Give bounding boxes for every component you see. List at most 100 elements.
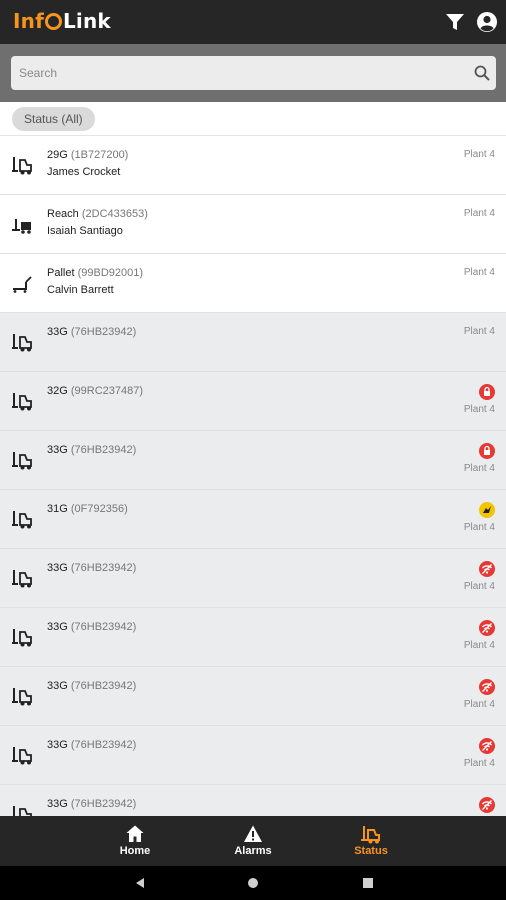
forklift-status-icon	[361, 826, 380, 844]
back-icon[interactable]	[134, 877, 146, 889]
vehicle-model: 33G	[47, 739, 68, 751]
vehicle-row[interactable]: 33G (76HB23942) Plant 4	[0, 313, 506, 372]
vehicle-model: 33G	[47, 326, 68, 338]
vehicle-serial: (76HB23942)	[70, 444, 137, 456]
plant-label: Plant 4	[463, 404, 495, 415]
vehicle-serial: (76HB23942)	[70, 798, 137, 810]
vehicle-model: 33G	[47, 798, 68, 810]
nav-alarms[interactable]: Alarms	[203, 816, 303, 866]
reach-truck-icon	[12, 213, 34, 235]
vehicle-model: 33G	[47, 621, 68, 633]
alarm-warning-icon	[244, 825, 262, 842]
no-signal-icon	[479, 738, 495, 754]
forklift-icon	[12, 626, 34, 648]
vehicle-row[interactable]: Pallet (99BD92001) Calvin Barrett Plant 4	[0, 254, 506, 313]
vehicle-model: Reach	[47, 208, 79, 220]
forklift-icon	[12, 803, 34, 816]
search-input[interactable]	[19, 62, 459, 84]
filter-icon[interactable]	[445, 12, 465, 32]
search-box[interactable]	[11, 56, 496, 90]
logo-text-left: Inf	[13, 9, 44, 33]
vehicle-serial: (99BD92001)	[77, 267, 144, 279]
operator-name: James Crocket	[47, 166, 121, 178]
forklift-icon	[12, 685, 34, 707]
plant-label: Plant 4	[463, 267, 495, 278]
nav-status[interactable]: Status	[321, 816, 421, 866]
nav-alarms-label: Alarms	[234, 845, 272, 857]
forklift-icon	[12, 331, 34, 353]
vehicle-title: 32G (99RC237487)	[47, 385, 143, 397]
vehicle-serial: (2DC433653)	[81, 208, 148, 220]
vehicle-title: 33G (76HB23942)	[47, 798, 136, 810]
vehicle-row[interactable]: 29G (1B727200) James Crocket Plant 4	[0, 136, 506, 195]
vehicle-serial: (76HB23942)	[70, 739, 137, 751]
vehicle-serial: (76HB23942)	[70, 562, 137, 574]
vehicle-serial: (76HB23942)	[70, 621, 137, 633]
forklift-icon	[12, 744, 34, 766]
plant-label: Plant 4	[463, 149, 495, 160]
vehicle-row[interactable]: 33G (76HB23942) Plant 4	[0, 608, 506, 667]
forklift-icon	[12, 567, 34, 589]
recents-square-icon[interactable]	[362, 877, 374, 889]
vehicle-title: Reach (2DC433653)	[47, 208, 148, 220]
forklift-icon	[12, 508, 34, 530]
vehicle-model: 33G	[47, 444, 68, 456]
forklift-icon	[12, 449, 34, 471]
vehicle-title: 33G (76HB23942)	[47, 562, 136, 574]
no-signal-icon	[479, 679, 495, 695]
pallet-jack-icon	[12, 272, 34, 294]
vehicle-row[interactable]: 33G (76HB23942) Plant 4	[0, 667, 506, 726]
vehicle-serial: (76HB23942)	[70, 326, 137, 338]
home-icon	[126, 825, 144, 842]
plant-label: Plant 4	[463, 581, 495, 592]
infolink-logo: Inf Link	[13, 9, 111, 33]
vehicle-serial: (1B727200)	[70, 149, 129, 161]
search-icon[interactable]	[474, 65, 490, 81]
vehicle-row[interactable]: 32G (99RC237487) Plant 4	[0, 372, 506, 431]
no-signal-icon	[479, 561, 495, 577]
nav-home-label: Home	[119, 845, 151, 857]
vehicle-title: 33G (76HB23942)	[47, 621, 136, 633]
forklift-icon	[12, 390, 34, 412]
vehicle-row[interactable]: 33G (76HB23942) Plant 4	[0, 549, 506, 608]
plant-label: Plant 4	[463, 758, 495, 769]
vehicle-title: Pallet (99BD92001)	[47, 267, 143, 279]
plant-label: Plant 4	[463, 326, 495, 337]
vehicle-row[interactable]: Reach (2DC433653) Isaiah Santiago Plant 4	[0, 195, 506, 254]
vehicle-title: 33G (76HB23942)	[47, 444, 136, 456]
logo-ring	[44, 13, 62, 30]
home-circle-icon[interactable]	[247, 877, 259, 889]
vehicle-row[interactable]: 31G (0F792356) Plant 4	[0, 490, 506, 549]
lock-icon	[479, 384, 495, 400]
account-circle-icon[interactable]	[476, 11, 498, 33]
vehicle-serial: (0F792356)	[70, 503, 128, 515]
vehicle-model: 32G	[47, 385, 68, 397]
filter-chip-row: Status (All)	[0, 102, 506, 136]
vehicle-serial: (76HB23942)	[70, 680, 137, 692]
plant-label: Plant 4	[463, 463, 495, 474]
search-bar-area	[0, 44, 506, 102]
vehicle-serial: (99RC237487)	[70, 385, 144, 397]
vehicle-title: 33G (76HB23942)	[47, 680, 136, 692]
vehicle-model: Pallet	[47, 267, 75, 279]
vehicle-title: 29G (1B727200)	[47, 149, 128, 161]
vehicle-title: 33G (76HB23942)	[47, 739, 136, 751]
app-bar: Inf Link	[0, 0, 506, 44]
operator-name: Isaiah Santiago	[47, 225, 123, 237]
vehicle-row[interactable]: 33G (76HB23942) Plant 4	[0, 726, 506, 785]
vehicle-row[interactable]: 33G (76HB23942)	[0, 785, 506, 816]
vehicle-row[interactable]: 33G (76HB23942) Plant 4	[0, 431, 506, 490]
vehicle-model: 29G	[47, 149, 68, 161]
system-navigation-bar	[0, 866, 506, 900]
nav-home[interactable]: Home	[85, 816, 185, 866]
no-signal-icon	[479, 797, 495, 813]
vehicle-title: 33G (76HB23942)	[47, 326, 136, 338]
vehicle-model: 31G	[47, 503, 68, 515]
status-filter-chip[interactable]: Status (All)	[12, 107, 95, 131]
lock-icon	[479, 443, 495, 459]
plant-label: Plant 4	[463, 522, 495, 533]
vehicle-list[interactable]: 29G (1B727200) James Crocket Plant 4 Reach …	[0, 136, 506, 816]
operator-name: Calvin Barrett	[47, 284, 114, 296]
vehicle-title: 31G (0F792356)	[47, 503, 128, 515]
logo-text-right: Link	[62, 9, 111, 33]
